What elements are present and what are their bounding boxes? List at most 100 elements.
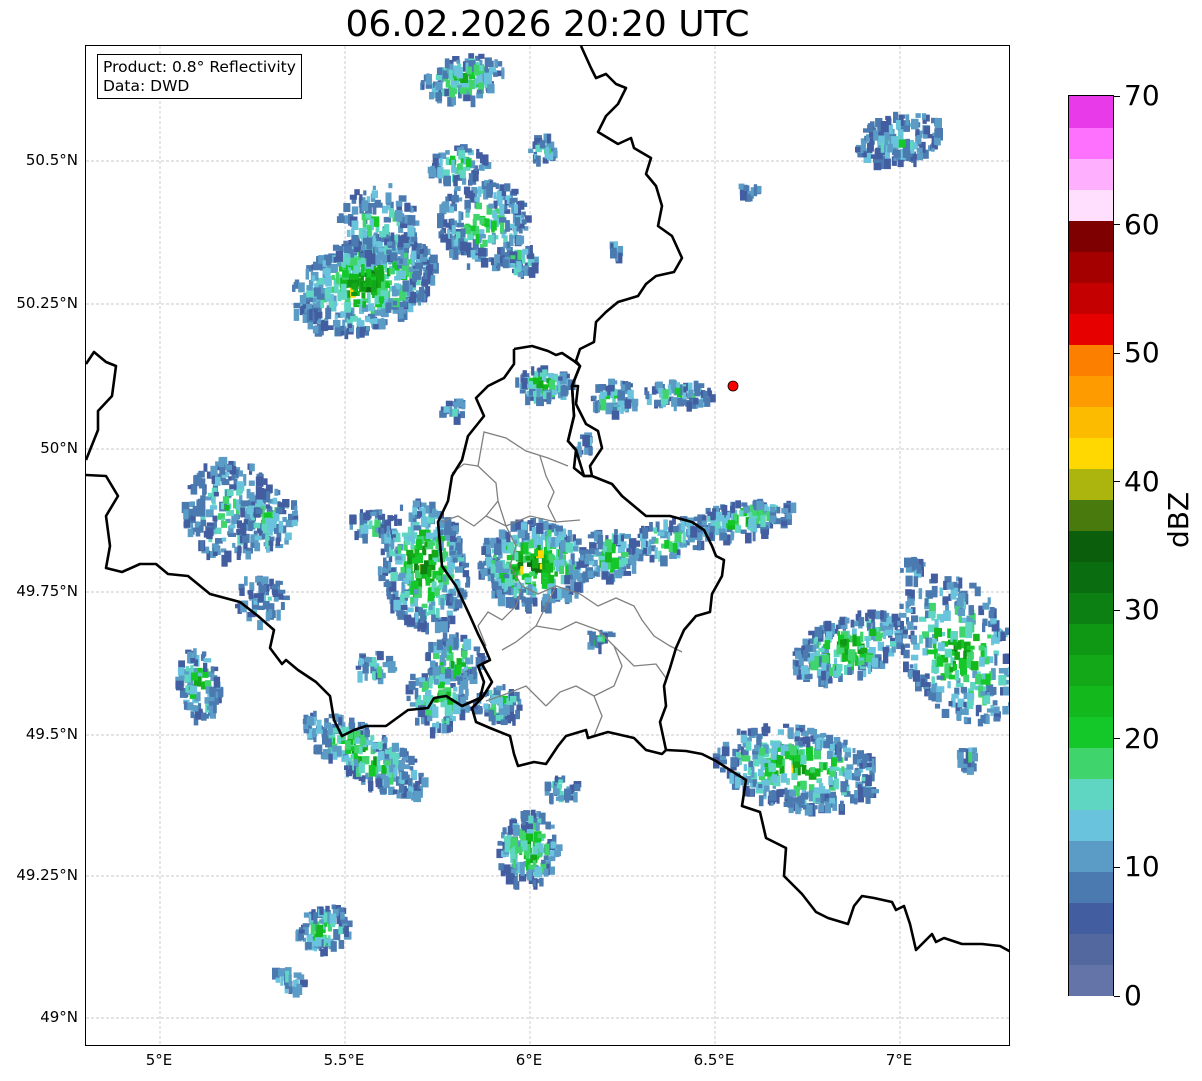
radar-echo-cell bbox=[351, 273, 359, 280]
radar-echo-cell bbox=[1005, 627, 1009, 635]
radar-echo-cell bbox=[935, 692, 942, 703]
radar-echo-cell bbox=[193, 475, 199, 487]
radar-echo-cell bbox=[916, 147, 923, 153]
colorbar-tick bbox=[1114, 95, 1120, 97]
radar-echo-cell bbox=[505, 597, 513, 608]
radar-echo-cell bbox=[347, 323, 352, 328]
radar-echo-cell bbox=[187, 528, 194, 538]
radar-echo-cell bbox=[919, 634, 923, 644]
radar-echo-cell bbox=[455, 676, 463, 681]
radar-echo-cell bbox=[440, 598, 445, 610]
radar-echo-cell bbox=[404, 202, 411, 212]
radar-echo-cell bbox=[292, 284, 296, 292]
lat-tick-label: 49.5°N bbox=[25, 725, 78, 743]
radar-echo-cell bbox=[893, 149, 901, 159]
radar-echo-cell bbox=[445, 400, 453, 407]
radar-echo-cell bbox=[388, 562, 392, 571]
radar-echo-cell bbox=[532, 860, 537, 866]
radar-echo-cell bbox=[772, 742, 780, 748]
radar-echo-cell bbox=[573, 792, 578, 803]
radar-echo-cell bbox=[539, 140, 546, 149]
radar-echo-cell bbox=[450, 536, 456, 542]
radar-echo-cell bbox=[361, 264, 365, 276]
radar-echo-cell bbox=[928, 638, 933, 648]
radar-echo-cell bbox=[847, 667, 852, 675]
radar-echo-cell bbox=[787, 799, 794, 808]
radar-echo-cell bbox=[477, 562, 485, 570]
radar-echo-cell bbox=[435, 74, 442, 81]
radar-echo-cell bbox=[470, 95, 476, 108]
radar-echo-cell bbox=[204, 680, 212, 687]
radar-echo-cell bbox=[512, 825, 520, 836]
radar-echo-cell bbox=[485, 547, 491, 555]
colorbar-tick-label: 20 bbox=[1124, 721, 1160, 755]
radar-echo-cell bbox=[385, 302, 392, 313]
radar-echo-cell bbox=[407, 215, 416, 226]
radar-echo-cell bbox=[248, 480, 255, 486]
radar-echo-cell bbox=[344, 925, 349, 937]
radar-echo-cell bbox=[852, 748, 856, 753]
radar-echo-cell bbox=[355, 299, 361, 305]
radar-echo-cell bbox=[911, 635, 917, 645]
radar-map[interactable] bbox=[85, 45, 1010, 1046]
radar-echo-cell bbox=[651, 536, 657, 542]
radar-echo-cell bbox=[762, 780, 771, 786]
radar-echo-cell bbox=[764, 763, 769, 768]
radar-echo-cell bbox=[960, 667, 966, 675]
radar-echo-cell bbox=[400, 250, 405, 259]
lat-tick-label: 49.75°N bbox=[16, 582, 78, 600]
radar-echo-cell bbox=[825, 671, 830, 679]
radar-echo-cell bbox=[453, 401, 457, 408]
radar-echo-cell bbox=[358, 227, 363, 239]
radar-echo-cell bbox=[680, 520, 686, 531]
radar-echo-cell bbox=[510, 255, 516, 260]
radar-echo-cell bbox=[980, 691, 986, 696]
radar-echo-cell bbox=[311, 275, 316, 282]
radar-echo-cell bbox=[337, 735, 342, 744]
lat-tick-label: 49.25°N bbox=[16, 866, 78, 884]
radar-echo-cell bbox=[325, 276, 332, 287]
radar-echo-cell bbox=[201, 651, 207, 657]
radar-echo-cell bbox=[756, 733, 762, 746]
radar-echo-cell bbox=[465, 689, 469, 694]
radar-echo-cell bbox=[351, 228, 355, 236]
radar-echo-cell bbox=[915, 113, 921, 118]
colorbar-segment bbox=[1069, 158, 1113, 190]
radar-echo-cell bbox=[484, 72, 492, 84]
radar-echo-cell bbox=[392, 530, 399, 535]
radar-echo-cell bbox=[420, 564, 428, 575]
radar-echo-cell bbox=[885, 629, 893, 636]
radar-echo-cell bbox=[945, 604, 949, 611]
radar-echo-cell bbox=[890, 641, 897, 647]
radar-echo-cell bbox=[225, 464, 232, 471]
radar-echo-cell bbox=[310, 922, 315, 935]
radar-echo-cell bbox=[819, 786, 826, 794]
radar-echo-cell bbox=[249, 463, 255, 472]
radar-echo-cell bbox=[740, 734, 748, 743]
radar-echo-cell bbox=[873, 130, 879, 141]
radar-echo-cell bbox=[520, 867, 525, 876]
product-label: Product: 0.8° Reflectivity bbox=[103, 58, 296, 76]
radar-echo-cell bbox=[510, 837, 518, 847]
radar-echo-cell bbox=[351, 199, 357, 204]
radar-echo-cell bbox=[509, 198, 513, 205]
radar-echo-cell bbox=[829, 770, 836, 777]
colorbar-tick-label: 30 bbox=[1124, 593, 1160, 627]
radar-echo-cell bbox=[410, 291, 416, 303]
radar-echo-cell bbox=[284, 532, 292, 541]
radar-echo-cell bbox=[872, 657, 879, 668]
radar-echo-cell bbox=[288, 974, 292, 987]
radar-echo-cell bbox=[497, 61, 503, 67]
radar-echo-cell bbox=[517, 272, 524, 278]
radar-echo-cell bbox=[268, 540, 274, 546]
colorbar-segment bbox=[1069, 561, 1113, 593]
radar-echo-cell bbox=[433, 678, 439, 685]
radar-echo-cell bbox=[898, 139, 906, 148]
radar-echo-cell bbox=[764, 504, 768, 511]
colorbar-tick bbox=[1114, 352, 1120, 354]
radar-echo-cell bbox=[372, 185, 376, 190]
radar-echo-cell bbox=[494, 561, 503, 566]
radar-echo-cell bbox=[360, 245, 366, 251]
radar-echo-cell bbox=[436, 575, 442, 581]
radar-echo-cell bbox=[470, 249, 476, 258]
